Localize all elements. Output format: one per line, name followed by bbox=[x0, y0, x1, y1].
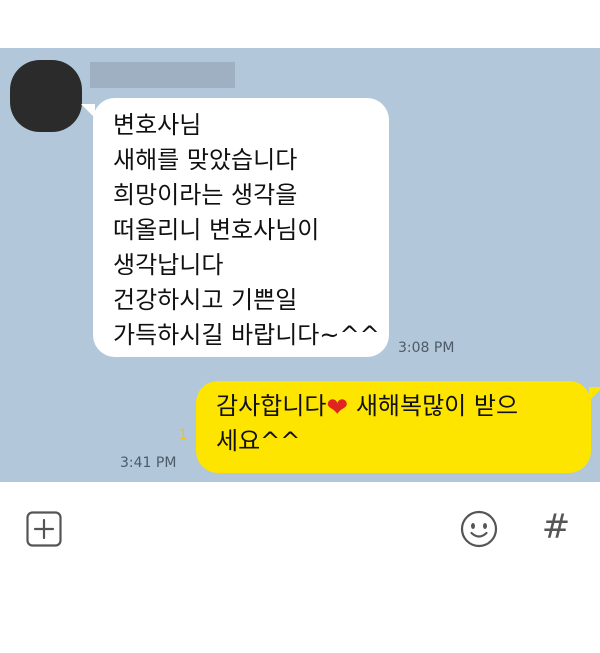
chat-screen: 변호사님 새해를 맞았습니다 희망이라는 생각을 떠올리니 변호사님이 생각납니… bbox=[0, 0, 600, 653]
incoming-message-bubble[interactable]: 변호사님 새해를 맞았습니다 희망이라는 생각을 떠올리니 변호사님이 생각납니… bbox=[81, 98, 389, 357]
message-line: 새해를 맞았습니다 bbox=[113, 146, 298, 174]
message-line: 건강하시고 기쁜일 bbox=[113, 286, 298, 314]
message-line: 생각납니다 bbox=[113, 251, 224, 279]
message-line: 떠올리니 변호사님이 bbox=[113, 216, 320, 244]
message-line: 세요^^ bbox=[216, 427, 301, 455]
bubble-tail bbox=[81, 104, 95, 118]
message-text: 새해복많이 받으 bbox=[348, 392, 519, 420]
sender-avatar[interactable] bbox=[10, 60, 82, 132]
input-bar[interactable] bbox=[0, 482, 600, 582]
heart-emoji-icon: ❤ bbox=[326, 393, 349, 423]
message-line: 희망이라는 생각을 bbox=[113, 181, 298, 209]
message-line: 감사합니다❤ 새해복많이 받으 bbox=[216, 389, 573, 424]
message-text: 감사합니다 bbox=[216, 392, 327, 420]
plus-box-icon[interactable] bbox=[26, 511, 62, 547]
unread-count-badge: 1 bbox=[179, 428, 188, 443]
hash-icon[interactable]: # bbox=[538, 505, 574, 549]
smiley-icon[interactable] bbox=[460, 510, 498, 548]
message-line: 변호사님 bbox=[113, 111, 202, 139]
message-line: 가득하시길 바랍니다~^^ bbox=[113, 321, 380, 349]
top-margin bbox=[0, 0, 600, 48]
sender-name bbox=[90, 62, 235, 88]
outgoing-timestamp: 3:41 PM bbox=[120, 455, 177, 471]
bubble-tail bbox=[589, 387, 600, 401]
outgoing-message-bubble[interactable]: 감사합니다❤ 새해복많이 받으 세요^^ bbox=[196, 381, 600, 473]
incoming-timestamp: 3:08 PM bbox=[398, 340, 455, 356]
